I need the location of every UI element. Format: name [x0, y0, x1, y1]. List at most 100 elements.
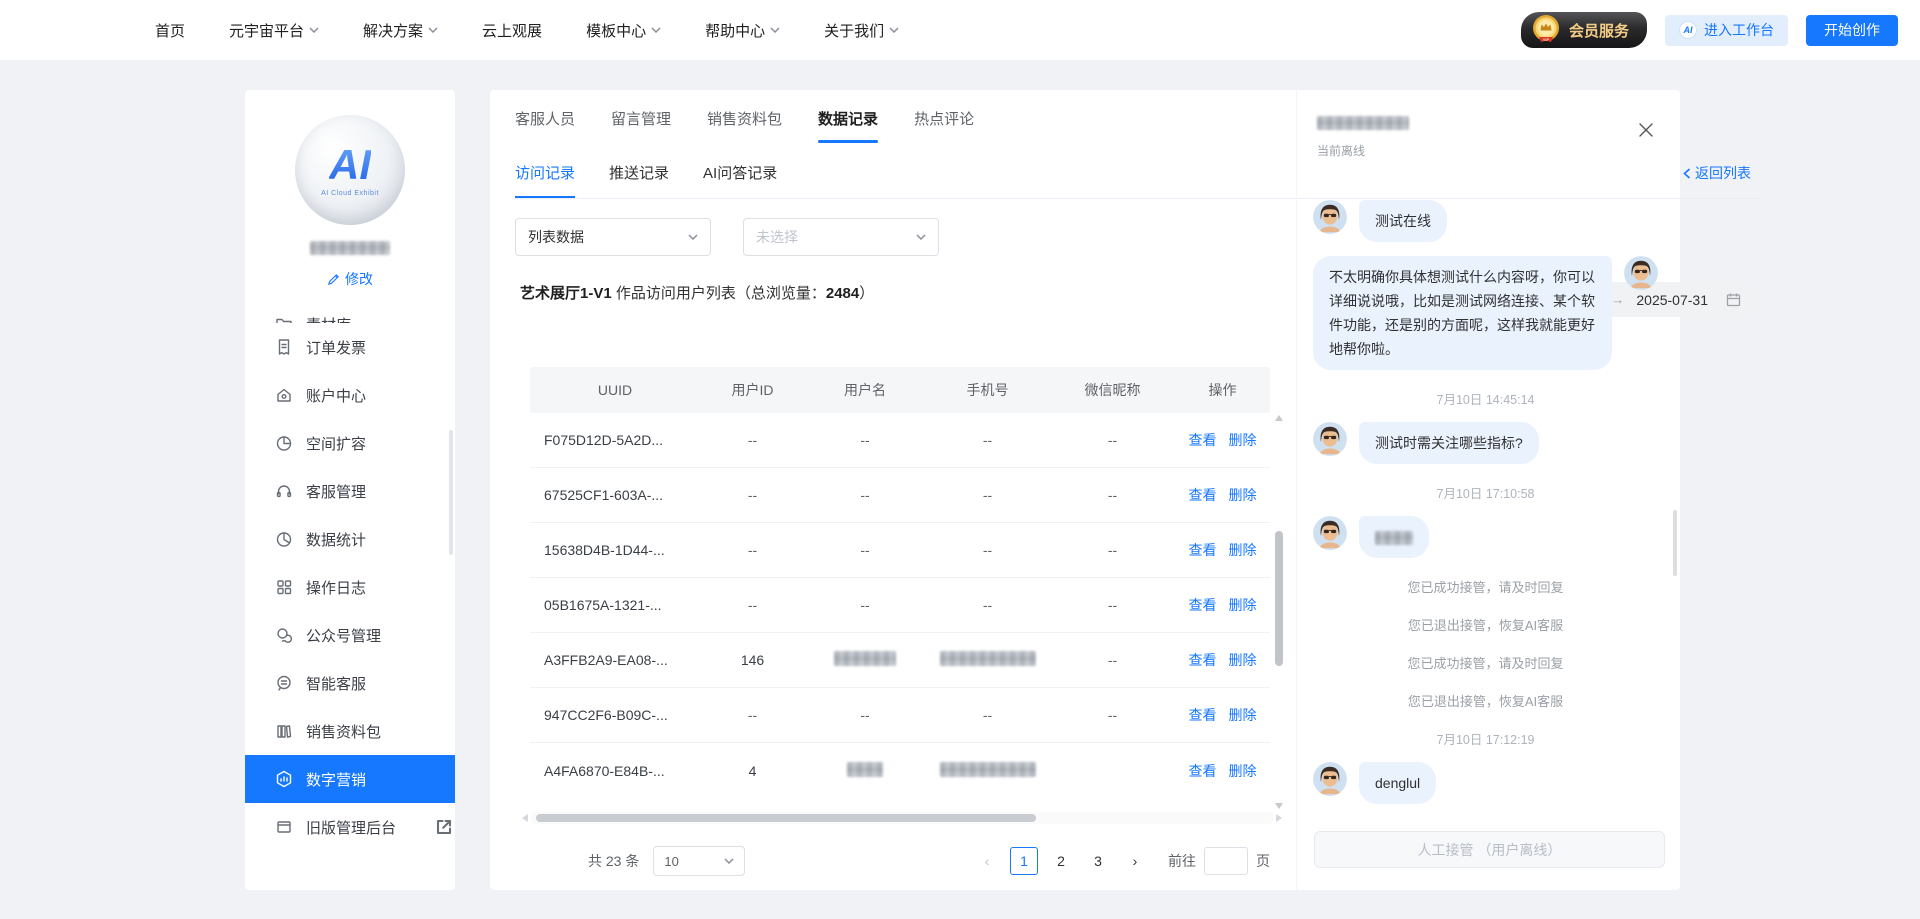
nav-about-us[interactable]: 关于我们	[824, 20, 899, 41]
column-username: 用户名	[805, 380, 925, 400]
nav-about-us-label: 关于我们	[824, 20, 884, 41]
secondary-select[interactable]: 未选择	[743, 218, 939, 256]
cell-user-id: --	[700, 432, 805, 448]
cell-username: --	[805, 597, 925, 613]
view-link[interactable]: 查看	[1189, 595, 1217, 615]
cell-phone: --	[925, 432, 1050, 448]
total-views-count: 2484	[826, 285, 859, 302]
table-row: A3FFB2A9-EA08-... 146 -- 查看删除	[530, 633, 1270, 688]
view-link[interactable]: 查看	[1189, 540, 1217, 560]
nav-solutions[interactable]: 解决方案	[363, 20, 438, 41]
back-to-list-label: 返回列表	[1695, 163, 1751, 183]
sidebar-item-service-management[interactable]: 客服管理	[245, 467, 455, 515]
sidebar-item-material-library[interactable]: 素材库	[245, 305, 455, 323]
close-icon[interactable]	[1638, 122, 1654, 138]
cell-username: --	[805, 542, 925, 558]
delete-link[interactable]: 删除	[1229, 540, 1257, 560]
user-avatar	[1313, 516, 1347, 550]
table-row: 947CC2F6-B09C-... -- -- -- -- 查看删除	[530, 688, 1270, 743]
view-link[interactable]: 查看	[1189, 705, 1217, 725]
nav-cloud-exhibition[interactable]: 云上观展	[482, 20, 542, 41]
table-vertical-scrollbar[interactable]	[1274, 413, 1284, 811]
sidebar-item-order-invoice[interactable]: 订单发票	[245, 323, 455, 371]
member-service-badge[interactable]: VIP 会员服务	[1521, 12, 1647, 48]
delete-link[interactable]: 删除	[1229, 761, 1257, 781]
table-row: F075D12D-5A2D... -- -- -- -- 查看删除	[530, 413, 1270, 468]
next-page-button[interactable]: ›	[1121, 847, 1149, 875]
visitor-table: UUID 用户ID 用户名 手机号 微信昵称 操作 F075D12D-5A2D.…	[530, 367, 1270, 798]
tab-data-records[interactable]: 数据记录	[818, 108, 878, 143]
nav-home[interactable]: 首页	[155, 20, 185, 41]
tab-message-management[interactable]: 留言管理	[611, 108, 671, 143]
delete-link[interactable]: 删除	[1229, 705, 1257, 725]
scroll-right-arrow[interactable]	[1276, 814, 1282, 822]
user-avatar	[1313, 422, 1347, 456]
sidebar-item-digital-marketing[interactable]: 数字营销	[245, 755, 455, 803]
chevron-down-icon	[688, 234, 698, 240]
delete-link[interactable]: 删除	[1229, 485, 1257, 505]
nav-help-center[interactable]: 帮助中心	[705, 20, 780, 41]
pencil-icon	[327, 273, 340, 286]
scroll-left-arrow[interactable]	[522, 814, 528, 822]
svg-text:VIP: VIP	[1543, 37, 1550, 42]
enter-workspace-button[interactable]: AI 进入工作台	[1665, 15, 1788, 46]
edit-profile-link[interactable]: 修改	[327, 269, 373, 289]
page-button-3[interactable]: 3	[1084, 847, 1112, 875]
goto-page-input[interactable]	[1204, 847, 1248, 875]
nav-template-center[interactable]: 模板中心	[586, 20, 661, 41]
user-avatar	[1313, 200, 1347, 234]
sidebar-item-operation-log[interactable]: 操作日志	[245, 563, 455, 611]
page-button-2[interactable]: 2	[1047, 847, 1075, 875]
sidebar-scrollbar-thumb[interactable]	[449, 430, 453, 555]
wechat-icon	[275, 626, 293, 644]
tab-service-staff[interactable]: 客服人员	[515, 108, 575, 143]
sidebar-item-legacy-admin[interactable]: 旧版管理后台	[245, 803, 455, 851]
list-data-select[interactable]: 列表数据	[515, 218, 711, 256]
view-link[interactable]: 查看	[1189, 761, 1217, 781]
tab-sales-kit[interactable]: 销售资料包	[707, 108, 782, 143]
page-button-1[interactable]: 1	[1010, 847, 1038, 875]
sidebar-item-account-center[interactable]: 账户中心	[245, 371, 455, 419]
scroll-up-arrow[interactable]	[1275, 415, 1283, 421]
nav-template-center-label: 模板中心	[586, 20, 646, 41]
cell-phone: --	[925, 597, 1050, 613]
subtab-visit-records[interactable]: 访问记录	[515, 162, 575, 198]
sidebar-item-data-statistics[interactable]: 数据统计	[245, 515, 455, 563]
table-horizontal-scrollbar[interactable]	[530, 812, 1274, 824]
sidebar-item-sales-kit[interactable]: 销售资料包	[245, 707, 455, 755]
scroll-down-arrow[interactable]	[1275, 803, 1283, 809]
chevron-down-icon	[916, 234, 926, 240]
subtab-ai-qa-records[interactable]: AI问答记录	[703, 162, 777, 198]
view-link[interactable]: 查看	[1189, 430, 1217, 450]
manual-takeover-button[interactable]: 人工接管 （用户离线）	[1314, 831, 1665, 868]
filter-selects: 列表数据 未选择	[515, 218, 939, 256]
cell-wechat: --	[1050, 652, 1175, 668]
cell-user-id: --	[700, 707, 805, 723]
delete-link[interactable]: 删除	[1229, 595, 1257, 615]
horizontal-scrollbar-thumb[interactable]	[536, 814, 1036, 822]
sidebar-item-label: 空间扩容	[306, 433, 366, 454]
sidebar-item-official-account[interactable]: 公众号管理	[245, 611, 455, 659]
prev-page-button[interactable]: ‹	[973, 847, 1001, 875]
start-creating-button[interactable]: 开始创作	[1806, 15, 1898, 46]
delete-link[interactable]: 删除	[1229, 430, 1257, 450]
delete-link[interactable]: 删除	[1229, 650, 1257, 670]
back-to-list-link[interactable]: 返回列表	[1683, 163, 1751, 198]
chat-scrollbar-thumb[interactable]	[1673, 510, 1677, 576]
main-tabs: 客服人员 留言管理 销售资料包 数据记录 热点评论	[515, 108, 974, 143]
view-link[interactable]: 查看	[1189, 485, 1217, 505]
vertical-scrollbar-thumb[interactable]	[1275, 531, 1283, 666]
sidebar-item-smart-service[interactable]: 智能客服	[245, 659, 455, 707]
page-size-select[interactable]: 10	[653, 846, 745, 876]
view-link[interactable]: 查看	[1189, 650, 1217, 670]
chat-bubble-redacted	[1359, 516, 1429, 558]
subtab-push-records[interactable]: 推送记录	[609, 162, 669, 198]
tab-hot-comments[interactable]: 热点评论	[914, 108, 974, 143]
sidebar-item-label: 订单发票	[306, 337, 366, 358]
list-title: 艺术展厅1-V1 作品访问用户列表（总浏览量：2484）	[520, 282, 880, 317]
cell-username: --	[805, 707, 925, 723]
sidebar-item-space-expansion[interactable]: 空间扩容	[245, 419, 455, 467]
calendar-icon	[1726, 292, 1741, 307]
chat-system-message: 您已成功接管，请及时回复	[1313, 577, 1658, 596]
nav-metaverse[interactable]: 元宇宙平台	[229, 20, 319, 41]
